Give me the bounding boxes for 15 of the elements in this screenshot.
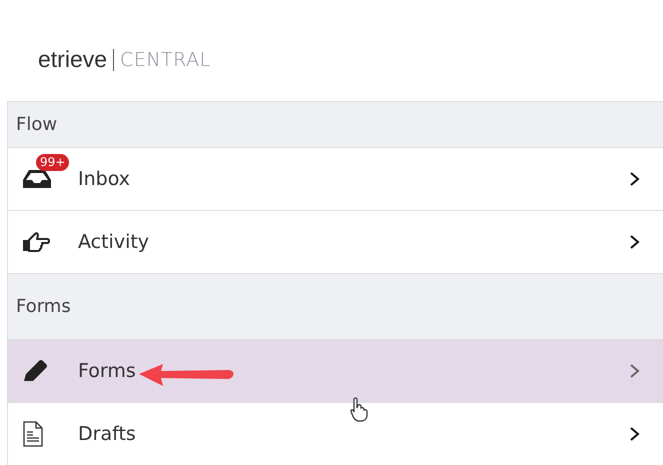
count-badge: 99+	[36, 154, 70, 171]
chevron-right-icon	[629, 171, 641, 187]
chevron-right-icon	[629, 363, 641, 379]
logo-product-name: CENTRAL	[120, 48, 211, 70]
pointing-hand-icon	[22, 231, 50, 253]
chevron-right-icon	[629, 426, 641, 442]
inbox-tray-icon	[22, 168, 52, 190]
section-header: Forms	[16, 296, 71, 317]
document-icon	[22, 421, 44, 447]
hand-cursor-icon	[349, 397, 369, 423]
chevron-right-icon	[629, 234, 641, 250]
logo-wordmark: etrieve	[38, 46, 108, 73]
pencil-icon	[22, 359, 48, 383]
nav-item[interactable]: Forms	[8, 339, 663, 402]
section-header: Flow	[16, 114, 58, 135]
